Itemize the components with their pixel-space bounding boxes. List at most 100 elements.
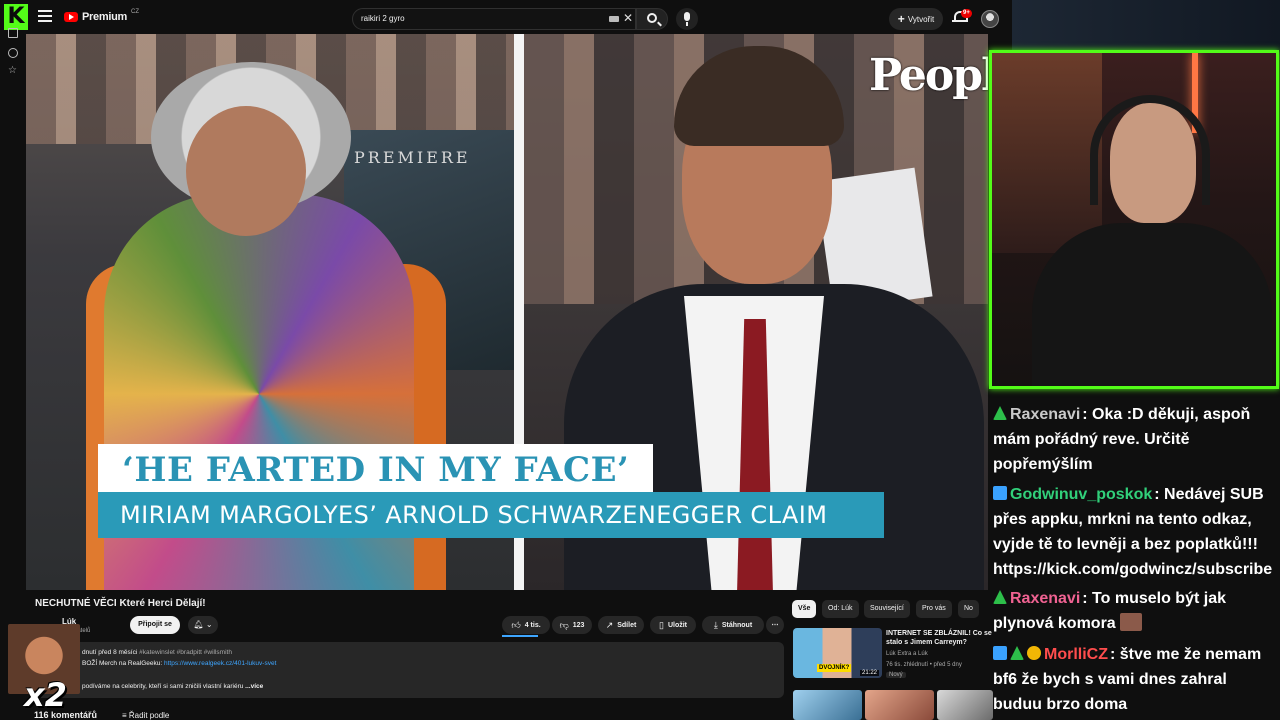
save-label: Uložit <box>667 621 687 629</box>
dislike-button[interactable]: 👎︎ 123 <box>552 616 592 634</box>
bookmark-icon: ▯ <box>658 619 664 630</box>
join-button[interactable]: Připojit se <box>130 616 180 634</box>
share-label: Sdílet <box>617 621 637 629</box>
youtube-premium-logo[interactable]: Premium CZ <box>64 9 139 23</box>
description-meta: dnutí před 8 měsíci #katewinslet #bradpi… <box>82 649 232 656</box>
streamer-body <box>1032 223 1272 386</box>
subscriber-badge-icon <box>1010 646 1024 660</box>
kick-logo: K <box>4 4 28 30</box>
youtube-wordmark: Premium <box>82 11 127 23</box>
search-input[interactable]: raikiri 2 gyro ✕ <box>352 8 636 30</box>
merch-link[interactable]: https://www.realgeek.cz/401-lukuv-svet <box>164 660 276 667</box>
chip-related[interactable]: Související <box>864 600 910 618</box>
recommended-thumbnail-2[interactable] <box>793 690 862 720</box>
tool-badge-icon <box>993 486 1007 500</box>
download-button[interactable]: ⤓ Stáhnout <box>702 616 764 634</box>
upload-info: dnutí před 8 měsíci <box>82 649 138 656</box>
video-title: NECHUTNÉ VĚCI Které Herci Dělají! <box>35 598 206 609</box>
more-icon: ⋯ <box>771 622 779 629</box>
chat-message: MorlliCZ: štve me že nemam bf6 že bych s… <box>993 642 1275 717</box>
notifications-badge: 9+ <box>961 9 972 18</box>
subheadline-caption: MIRIAM MARGOLYES’ ARNOLD SCHWARZENEGGER … <box>98 492 884 538</box>
woman-face <box>186 106 306 236</box>
chat-username[interactable]: Raxenavi <box>1010 406 1080 423</box>
sort-label: Řadit podle <box>128 711 170 720</box>
stream-chat: Raxenavi: Oka :D děkuji, aspoň mám pořád… <box>993 400 1280 720</box>
clear-search-icon[interactable]: ✕ <box>623 11 633 25</box>
people-logo: People <box>869 50 988 101</box>
description-box[interactable]: dnutí před 8 měsíci #katewinslet #bradpi… <box>32 642 784 698</box>
recommended-video-title[interactable]: INTERNET SE ZBLÁZNIL! Co se stalo s Jime… <box>886 629 994 647</box>
headline-caption: ‘HE FARTED IN MY FACE’ <box>98 444 654 496</box>
video-duration: 21:22 <box>859 670 879 676</box>
search-button[interactable] <box>636 8 668 30</box>
next-recommendations[interactable] <box>793 690 993 720</box>
home-icon[interactable] <box>8 28 18 38</box>
chat-message: Raxenavi: To muselo být jak plynová komo… <box>993 586 1275 636</box>
share-icon: ↗ <box>605 619 614 630</box>
plus-icon: + <box>897 12 905 26</box>
youtube-play-icon <box>64 12 78 22</box>
summary-text: podíváme na celebrity, kteří si sami zni… <box>82 683 244 690</box>
history-icon[interactable] <box>8 48 18 58</box>
new-badge: Nový <box>886 672 906 678</box>
subscriber-badge-icon <box>993 406 1007 420</box>
screen: K Premium CZ raikiri 2 gyro ✕ + Vytvořit… <box>0 0 1280 720</box>
chip-from-channel[interactable]: Od: Lúk <box>822 600 859 618</box>
save-button[interactable]: ▯ Uložit <box>650 616 696 634</box>
room-shelf <box>992 53 1102 253</box>
create-button[interactable]: + Vytvořit <box>889 8 943 30</box>
headphones-icon <box>1090 95 1210 205</box>
recommended-thumbnail-3[interactable] <box>865 690 934 720</box>
chip-new[interactable]: No <box>958 600 979 618</box>
gem-badge-icon <box>993 646 1007 660</box>
keyboard-icon[interactable] <box>609 16 619 22</box>
recommendation-chips: Vše Od: Lúk Související Pro vás No <box>792 600 992 620</box>
like-button[interactable]: 👍︎ 4 tis. <box>502 616 550 634</box>
hashtags[interactable]: #katewinslet #bradpitt #willsmith <box>139 649 232 656</box>
chat-username[interactable]: Godwinuv_poskok <box>1010 486 1152 503</box>
download-label: Stáhnout <box>721 621 753 629</box>
recommended-thumbnail-4[interactable] <box>937 690 993 720</box>
sort-comments-button[interactable]: ≡ Řadit podle <box>122 711 169 720</box>
region-code: CZ <box>130 9 139 15</box>
star-icon[interactable]: ☆ <box>8 66 18 76</box>
webcam-frame <box>989 50 1279 389</box>
create-label: Vytvořit <box>907 14 935 24</box>
chip-for-you[interactable]: Pro vás <box>916 600 952 618</box>
account-avatar[interactable] <box>981 10 999 28</box>
search-icon <box>647 13 657 23</box>
thumbs-up-icon: 👍︎ <box>511 619 521 630</box>
recommended-video-thumbnail[interactable]: DVOJNÍK? 21:22 <box>793 628 882 678</box>
chat-username[interactable]: MorlliCZ <box>1044 646 1108 663</box>
gift-badge-icon <box>1027 646 1041 660</box>
left-rail: ☆ <box>0 28 26 720</box>
chat-emote <box>1120 613 1143 631</box>
chat-username[interactable]: Raxenavi <box>1010 590 1080 607</box>
video-player[interactable]: PREMIERE People ‘HE FARTED IN MY FACE’ M… <box>26 34 988 590</box>
subscription-bell-button[interactable]: 🔔︎ ⌄ <box>188 616 218 634</box>
chat-message: Godwinuv_poskok: Nedávej SUB přes appku,… <box>993 482 1275 582</box>
share-button[interactable]: ↗ Sdílet <box>598 616 644 634</box>
premiere-text: PREMIERE <box>354 148 471 167</box>
voice-search-button[interactable] <box>676 8 698 30</box>
emote-multiplier: x2 <box>24 676 67 714</box>
subscriber-badge-icon <box>993 590 1007 604</box>
description-summary: podíváme na celebrity, kteří si sami zni… <box>82 683 263 690</box>
like-ratio-bar <box>502 635 538 637</box>
chip-all[interactable]: Vše <box>792 600 817 618</box>
search-query: raikiri 2 gyro <box>361 14 405 23</box>
youtube-topbar: K Premium CZ raikiri 2 gyro ✕ + Vytvořit… <box>0 0 1012 36</box>
show-more-link[interactable]: ...více <box>245 683 263 690</box>
description-merch-line: BOŽÍ Merch na RealGeeku: https://www.rea… <box>82 660 276 667</box>
like-count: 4 tis. <box>524 621 541 629</box>
menu-icon[interactable] <box>38 10 52 24</box>
merch-text: BOŽÍ Merch na RealGeeku: <box>82 660 165 667</box>
chat-message: Raxenavi: Oka :D děkuji, aspoň mám pořád… <box>993 402 1275 477</box>
recommended-channel[interactable]: Lúk Extra a Lúk <box>886 651 928 657</box>
thumbs-down-icon: 👎︎ <box>559 619 569 630</box>
download-icon: ⤓ <box>713 619 718 630</box>
thumbnail-tag: DVOJNÍK? <box>817 664 852 672</box>
more-actions-button[interactable]: ⋯ <box>766 616 784 634</box>
dislike-count: 123 <box>572 621 585 629</box>
